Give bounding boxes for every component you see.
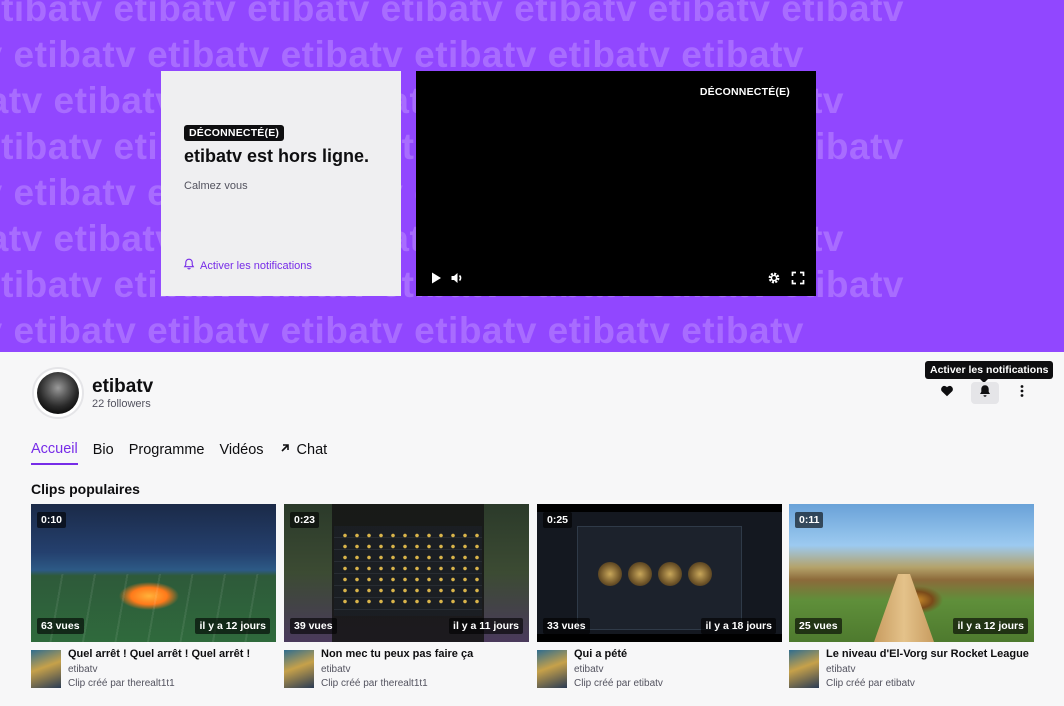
thumbnail-detail [339, 530, 479, 610]
clip-title[interactable]: Quel arrêt ! Quel arrêt ! Quel arrêt ! [68, 648, 250, 660]
followers-count: 22 followers [92, 398, 151, 410]
channel-tabs: Accueil Bio Programme Vidéos Chat [31, 441, 327, 465]
clip-title[interactable]: Non mec tu peux pas faire ça [321, 648, 473, 660]
tab-bio[interactable]: Bio [93, 441, 114, 465]
channel-banner: etibatv etibatv etibatv etibatv etibatv … [0, 0, 1064, 352]
clip-card: 0:23 39 vues il y a 11 jours Non mec tu … [284, 504, 529, 692]
clip-views: 63 vues [37, 618, 84, 634]
volume-icon[interactable] [450, 271, 464, 285]
thumbnail-detail [577, 526, 742, 630]
clip-views: 25 vues [795, 618, 842, 634]
thumbnail-detail [874, 574, 934, 642]
clip-duration: 0:25 [543, 512, 573, 528]
tab-chat-label: Chat [296, 442, 328, 458]
more-options-button[interactable] [1008, 382, 1036, 404]
clip-creator: Clip créé par etibatv [826, 678, 915, 689]
clip-date: il y a 11 jours [449, 618, 523, 634]
thumbnail-detail [658, 562, 682, 586]
clip-date: il y a 18 jours [701, 618, 776, 634]
tab-programme[interactable]: Programme [129, 441, 205, 465]
banner-pattern-row: etibatv etibatv etibatv etibatv etibatv … [0, 0, 904, 29]
thumbnail-detail [628, 562, 652, 586]
clip-card: 0:25 33 vues il y a 18 jours Qui a pété … [537, 504, 782, 692]
bell-icon [183, 258, 195, 273]
clip-views: 33 vues [543, 618, 590, 634]
player-status: DÉCONNECTÉ(E) [699, 86, 790, 98]
clip-thumbnail[interactable]: 0:10 63 vues il y a 12 jours [31, 504, 276, 642]
clip-title[interactable]: Le niveau d'El-Vorg sur Rocket League [826, 648, 1029, 660]
thumbnail-detail [688, 562, 712, 586]
game-box-art[interactable] [789, 650, 819, 688]
clip-creator: Clip créé par therealt1t1 [68, 678, 175, 689]
clip-thumbnail[interactable]: 0:11 25 vues il y a 12 jours [789, 504, 1034, 642]
clip-card: 0:11 25 vues il y a 12 jours Le niveau d… [789, 504, 1034, 692]
tab-chat[interactable]: Chat [279, 441, 328, 465]
channel-name[interactable]: etibatv [92, 376, 153, 398]
bell-icon [978, 384, 992, 403]
clip-title[interactable]: Qui a pété [574, 648, 627, 660]
offline-title: etibatv est hors ligne. [184, 146, 370, 166]
activate-notifications-label: Activer les notifications [200, 259, 312, 272]
clip-duration: 0:11 [795, 512, 824, 528]
play-icon[interactable] [429, 271, 443, 285]
arrow-up-right-icon [279, 442, 291, 458]
clip-thumbnail[interactable]: 0:23 39 vues il y a 11 jours [284, 504, 529, 642]
clip-duration: 0:23 [290, 512, 320, 528]
clip-meta: Non mec tu peux pas faire ça etibatv Cli… [284, 648, 529, 692]
more-vertical-icon [1015, 384, 1029, 403]
clip-meta: Quel arrêt ! Quel arrêt ! Quel arrêt ! e… [31, 648, 276, 692]
notifications-button[interactable] [971, 382, 999, 404]
clip-channel[interactable]: etibatv [826, 664, 855, 675]
heart-icon [940, 384, 954, 403]
game-box-art[interactable] [31, 650, 61, 688]
clip-duration: 0:10 [37, 512, 67, 528]
notifications-tooltip: Activer les notifications [925, 361, 1054, 383]
tab-videos[interactable]: Vidéos [219, 441, 263, 465]
banner-pattern-row: etibatv etibatv etibatv etibatv etibatv … [0, 310, 804, 351]
clip-card: 0:10 63 vues il y a 12 jours Quel arrêt … [31, 504, 276, 692]
activate-notifications-link[interactable]: Activer les notifications [183, 258, 312, 273]
clip-meta: Le niveau d'El-Vorg sur Rocket League et… [789, 648, 1034, 692]
popular-clips-title: Clips populaires [31, 481, 140, 497]
clip-channel[interactable]: etibatv [321, 664, 350, 675]
clip-channel[interactable]: etibatv [68, 664, 97, 675]
settings-gear-icon[interactable] [767, 271, 781, 285]
clip-creator: Clip créé par etibatv [574, 678, 663, 689]
clip-creator: Clip créé par therealt1t1 [321, 678, 428, 689]
offline-badge: DÉCONNECTÉ(E) [184, 125, 285, 141]
tab-accueil[interactable]: Accueil [31, 441, 78, 465]
clip-channel[interactable]: etibatv [574, 664, 603, 675]
avatar[interactable] [32, 367, 84, 419]
clip-meta: Qui a pété etibatv Clip créé par etibatv [537, 648, 782, 692]
clip-date: il y a 12 jours [195, 618, 270, 634]
fullscreen-icon[interactable] [791, 271, 805, 285]
game-box-art[interactable] [537, 650, 567, 688]
offline-card: DÉCONNECTÉ(E) etibatv est hors ligne. Ca… [161, 71, 401, 296]
clip-date: il y a 12 jours [953, 618, 1028, 634]
thumbnail-detail [598, 562, 622, 586]
offline-description: Calmez vous [184, 180, 248, 192]
video-player[interactable]: DÉCONNECTÉ(E) [416, 71, 816, 296]
clip-thumbnail[interactable]: 0:25 33 vues il y a 18 jours [537, 504, 782, 642]
game-box-art[interactable] [284, 650, 314, 688]
clip-views: 39 vues [290, 618, 337, 634]
follow-button[interactable] [933, 382, 961, 404]
avatar-image [37, 372, 79, 414]
